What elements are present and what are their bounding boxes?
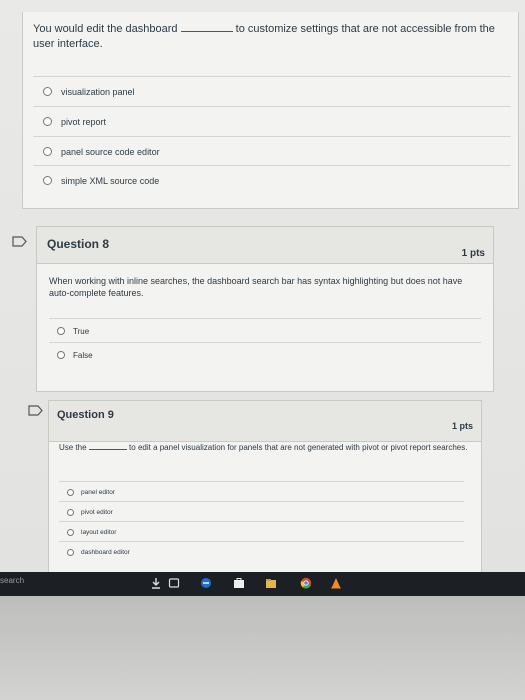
answer-label: layout editor [81, 528, 117, 536]
question-9-points: 1 pts [451, 421, 473, 431]
radio-button[interactable] [67, 488, 74, 496]
answer-label: panel editor [81, 488, 115, 496]
browser-viewport: You would edit the dashboard to customiz… [0, 0, 525, 580]
question-8-answer-true[interactable]: True [49, 318, 481, 343]
question-8-title: Question 8 [47, 237, 110, 251]
radio-button[interactable] [43, 117, 52, 126]
answer-label: pivot report [61, 116, 107, 127]
vlc-icon[interactable] [330, 577, 342, 589]
question-8-text: When working with inline searches, the d… [49, 276, 463, 299]
question-9-text: Use the to edit a panel visualization fo… [59, 443, 479, 454]
answer-label: visualization panel [61, 86, 135, 97]
question-9-answer-3[interactable]: layout editor [59, 521, 464, 542]
flag-question-icon[interactable] [28, 405, 44, 416]
taskbar-search[interactable]: search [0, 576, 24, 585]
edge-icon[interactable] [200, 577, 212, 589]
question-9-text-after: to edit a panel visualization for panels… [129, 443, 468, 452]
answer-label: True [73, 326, 90, 336]
radio-button[interactable] [43, 87, 52, 96]
file-explorer-icon[interactable] [265, 577, 277, 589]
question-9-title: Question 9 [57, 409, 114, 421]
desk-surface [0, 596, 525, 700]
radio-button[interactable] [67, 508, 74, 516]
question-7-text: You would edit the dashboard to customiz… [33, 22, 513, 52]
question-7-blank [180, 31, 233, 32]
question-9-blank [88, 449, 127, 450]
question-8-card: Question 8 1 pts When working with inlin… [36, 226, 494, 392]
radio-button[interactable] [43, 147, 52, 156]
answer-label: simple XML source code [61, 175, 160, 186]
answer-label: panel source code editor [61, 146, 160, 157]
question-8-answer-false[interactable]: False [49, 342, 481, 367]
answer-label: dashboard editor [81, 548, 130, 556]
question-7-answer-1[interactable]: visualization panel [33, 76, 511, 106]
radio-button[interactable] [43, 176, 52, 185]
question-8-points: 1 pts [461, 248, 485, 259]
answer-label: pivot editor [81, 508, 113, 516]
radio-button[interactable] [57, 351, 65, 359]
question-9-text-before: Use the [59, 443, 87, 452]
question-7-answer-3[interactable]: panel source code editor [33, 136, 511, 166]
flag-question-icon[interactable] [12, 236, 28, 247]
radio-button[interactable] [57, 327, 65, 335]
radio-button[interactable] [67, 528, 74, 536]
taskbar: search [0, 572, 525, 596]
question-7-card: You would edit the dashboard to customiz… [22, 12, 519, 209]
question-7-answer-4[interactable]: simple XML source code [33, 165, 511, 195]
question-9-answer-2[interactable]: pivot editor [59, 501, 464, 522]
task-view-icon[interactable] [168, 577, 180, 589]
question-9-header: Question 9 1 pts [49, 401, 481, 442]
store-icon[interactable] [233, 577, 245, 589]
download-icon[interactable] [150, 577, 162, 589]
chrome-icon[interactable] [300, 577, 312, 589]
question-9-card: Question 9 1 pts Use the to edit a panel… [48, 400, 482, 580]
question-9-answer-4[interactable]: dashboard editor [59, 541, 464, 562]
question-8-header: Question 8 1 pts [37, 227, 493, 264]
question-7-answer-2[interactable]: pivot report [33, 106, 511, 136]
answer-label: False [73, 350, 93, 360]
question-7-text-before: You would edit the dashboard [33, 23, 178, 35]
question-9-answer-1[interactable]: panel editor [59, 481, 464, 502]
radio-button[interactable] [67, 548, 74, 556]
